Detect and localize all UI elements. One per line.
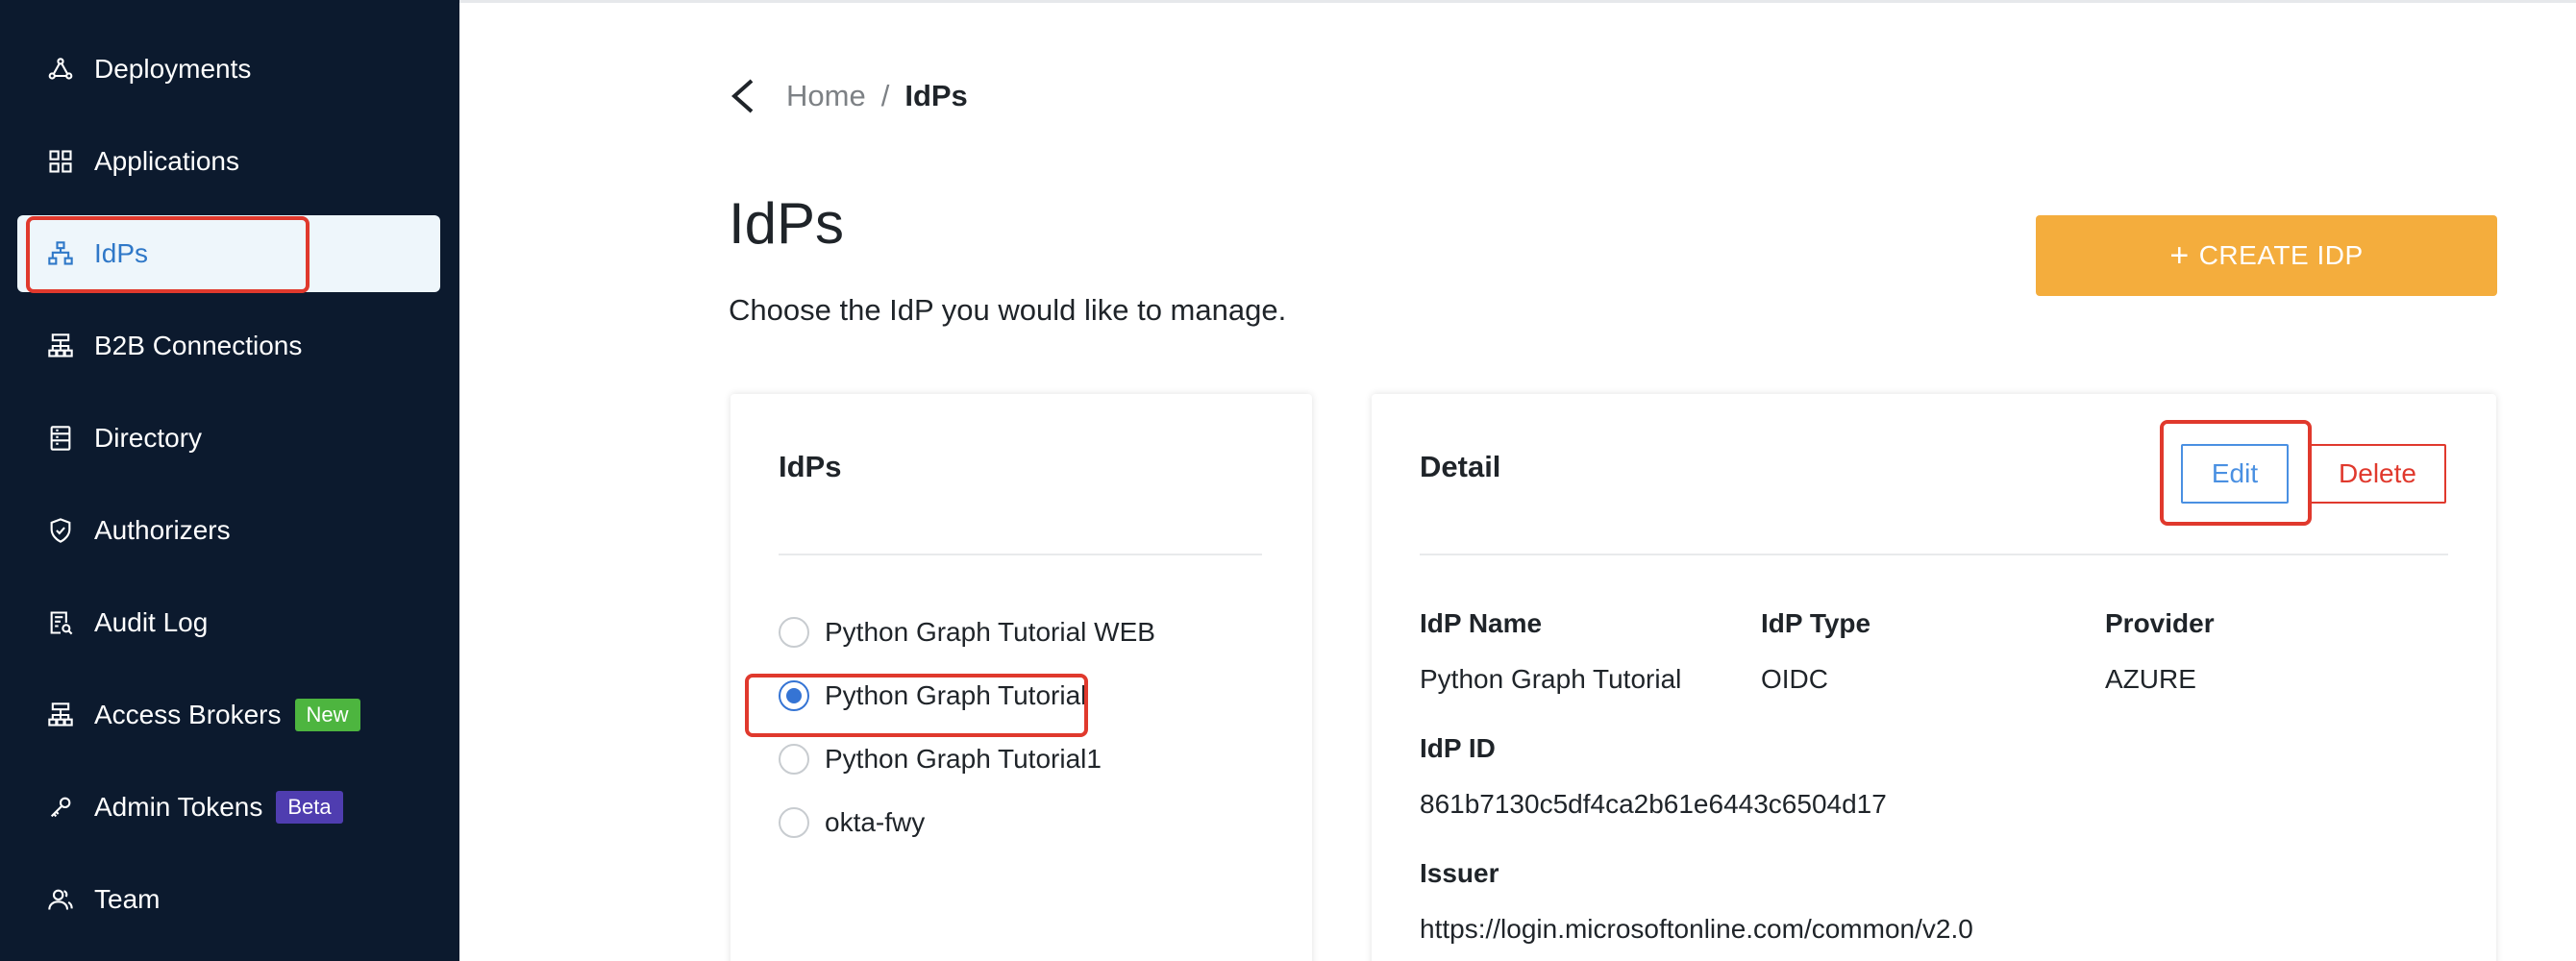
directory-icon — [46, 424, 75, 453]
sidebar-item-label: Authorizers — [94, 515, 231, 545]
sidebar-item-access-brokers[interactable]: Access Brokers New — [17, 677, 440, 753]
sidebar-item-label: Audit Log — [94, 607, 209, 637]
idp-type-label: IdP Type — [1761, 608, 1871, 638]
issuer-label: Issuer — [1420, 858, 1499, 888]
idp-option-label: Python Graph Tutorial WEB — [825, 617, 1155, 647]
audit-log-icon — [46, 608, 75, 637]
shield-check-icon — [46, 516, 75, 545]
idp-option[interactable]: okta-fwy — [779, 807, 925, 838]
admin-tokens-icon — [46, 793, 75, 822]
sidebar-item-authorizers[interactable]: Authorizers — [17, 492, 440, 569]
delete-button[interactable]: Delete — [2309, 444, 2446, 504]
idp-option-label: Python Graph Tutorial — [825, 680, 1087, 710]
idp-list-title: IdPs — [779, 450, 842, 483]
sidebar-item-label: IdPs — [94, 238, 149, 268]
access-brokers-icon — [46, 701, 75, 729]
divider — [1420, 554, 2448, 555]
sidebar-item-directory[interactable]: Directory — [17, 400, 440, 477]
plus-icon: + — [2169, 237, 2190, 274]
sidebar-item-team[interactable]: Team — [17, 861, 440, 938]
provider-label: Provider — [2105, 608, 2215, 638]
radio-button[interactable] — [779, 807, 809, 838]
sidebar-item-label: Applications — [94, 146, 239, 176]
idp-detail-card: Detail Edit Delete IdP Name Python Graph… — [1372, 394, 2496, 961]
idp-id-value: 861b7130c5df4ca2b61e6443c6504d17 — [1420, 789, 1887, 819]
idp-name-label: IdP Name — [1420, 608, 1543, 638]
sidebar-item-deployments[interactable]: Deployments — [17, 31, 440, 108]
idp-option-selected[interactable]: Python Graph Tutorial — [779, 680, 1086, 711]
sidebar-item-label: Access Brokers — [94, 700, 282, 729]
breadcrumb: Home / IdPs — [729, 75, 968, 117]
sidebar-item-admin-tokens[interactable]: Admin Tokens Beta — [17, 769, 440, 846]
idp-option[interactable]: Python Graph Tutorial WEB — [779, 617, 1155, 648]
sidebar-item-label: Team — [94, 884, 161, 914]
sidebar-item-idps[interactable]: IdPs — [17, 215, 440, 292]
edit-button[interactable]: Edit — [2181, 444, 2289, 504]
idp-option[interactable]: Python Graph Tutorial1 — [779, 744, 1102, 775]
provider-value: AZURE — [2105, 664, 2196, 694]
sidebar-item-label: B2B Connections — [94, 331, 303, 360]
page-subtitle: Choose the IdP you would like to manage. — [729, 293, 1287, 327]
idp-option-label: okta-fwy — [825, 807, 926, 837]
idp-type-value: OIDC — [1761, 664, 1828, 694]
sidebar-item-applications[interactable]: Applications — [17, 123, 440, 200]
idp-option-label: Python Graph Tutorial1 — [825, 744, 1102, 774]
radio-button-checked[interactable] — [779, 680, 809, 711]
b2b-connections-icon — [46, 332, 75, 360]
sidebar-item-label: Admin Tokens — [94, 792, 263, 822]
issuer-value: https://login.microsoftonline.com/common… — [1420, 914, 1973, 944]
beta-badge: Beta — [276, 791, 343, 824]
idp-id-label: IdP ID — [1420, 733, 1496, 763]
breadcrumb-home-link[interactable]: Home — [786, 79, 866, 113]
radio-button[interactable] — [779, 617, 809, 648]
sidebar-item-label: Directory — [94, 423, 203, 453]
idp-name-value: Python Graph Tutorial — [1420, 664, 1682, 694]
sidebar-item-label: Deployments — [94, 54, 252, 84]
applications-grid-icon — [46, 147, 75, 176]
radio-button[interactable] — [779, 744, 809, 775]
top-border — [459, 0, 2576, 3]
idps-hierarchy-icon — [46, 239, 75, 268]
create-idp-button[interactable]: + CREATE IDP — [2036, 215, 2497, 296]
breadcrumb-current: IdPs — [904, 79, 968, 112]
page-title: IdPs — [729, 191, 845, 256]
breadcrumb-separator: / — [880, 79, 890, 112]
team-icon — [46, 885, 75, 914]
sidebar-item-audit-log[interactable]: Audit Log — [17, 584, 440, 661]
sidebar: Deployments Applications IdPs B2B Connec… — [0, 0, 459, 961]
deployments-icon — [46, 55, 75, 84]
sidebar-item-b2b-connections[interactable]: B2B Connections — [17, 308, 440, 384]
create-idp-label: CREATE IDP — [2198, 240, 2364, 270]
idp-list-card: IdPs Python Graph Tutorial WEB Python Gr… — [731, 394, 1312, 961]
divider — [779, 554, 1262, 555]
new-badge: New — [294, 699, 360, 731]
detail-title: Detail — [1420, 450, 1501, 483]
chevron-left-icon[interactable] — [729, 75, 767, 117]
